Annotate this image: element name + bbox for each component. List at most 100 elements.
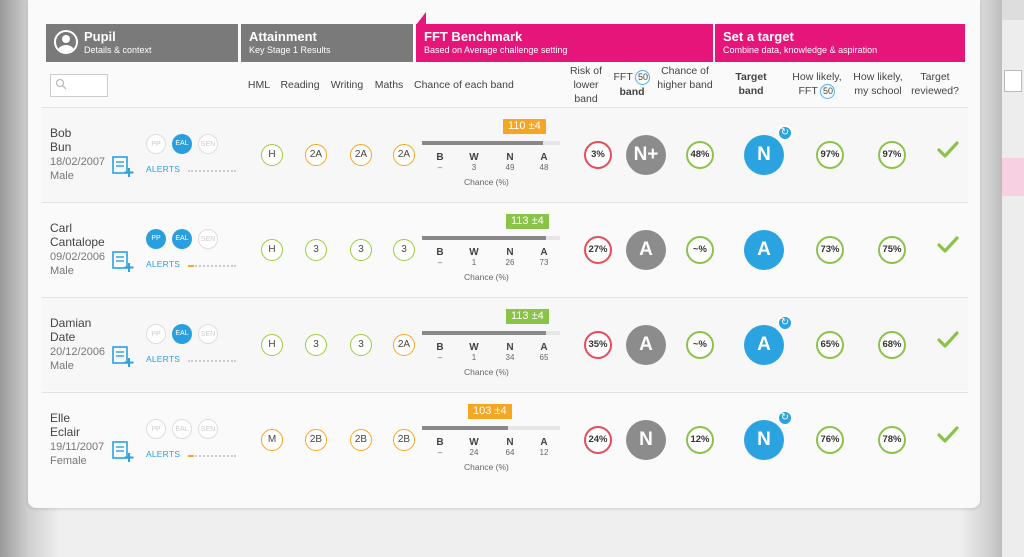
pupil-gender: Male [50, 170, 74, 182]
band-letter: B [436, 247, 444, 258]
flag-eal[interactable]: EAL [172, 324, 192, 344]
alerts-link[interactable]: ALERTS [146, 164, 180, 174]
add-note-icon[interactable] [112, 251, 134, 273]
flag-eal[interactable]: EAL [172, 229, 192, 249]
col-writing[interactable]: Writing [326, 78, 368, 92]
refresh-icon[interactable]: ↻ [777, 410, 793, 426]
pupil-dob: 18/02/2007 [50, 156, 106, 168]
band-w: W 24 [464, 437, 484, 457]
flag-sen[interactable]: SEN [198, 134, 218, 154]
band-b: B – [430, 152, 450, 172]
pupil-first-name[interactable]: Elle [50, 411, 114, 425]
target-band-button[interactable]: N [744, 135, 784, 175]
band-n: N 26 [500, 247, 520, 267]
col-risk-lower[interactable]: Risk of lower band [564, 64, 608, 106]
search-icon [55, 78, 67, 90]
band-chance: – [437, 448, 443, 457]
likely-school-ring: 68% [878, 331, 906, 359]
target-band-button[interactable]: A [744, 325, 784, 365]
header-pupil-title: Pupil [84, 29, 116, 44]
pupil-target-card: Pupil Details & context Attainment Key S… [28, 0, 980, 508]
check-icon[interactable] [937, 234, 959, 256]
risk-lower-ring: 3% [584, 141, 612, 169]
col-reading[interactable]: Reading [278, 78, 322, 92]
flag-sen[interactable]: SEN [198, 229, 218, 249]
pupil-last-name[interactable]: Cantalope [50, 235, 114, 249]
flag-pp[interactable]: PP [146, 324, 166, 344]
add-note-icon[interactable] [112, 156, 134, 178]
band-letter: A [540, 437, 548, 448]
grade-writing: 2B [350, 429, 372, 451]
risk-lower-ring: 24% [584, 426, 612, 454]
alerts-bar-fill [188, 265, 194, 267]
band-b: B – [430, 247, 450, 267]
flag-sen[interactable]: SEN [198, 419, 218, 439]
refresh-icon[interactable]: ↻ [777, 315, 793, 331]
band-chance: 1 [471, 258, 477, 267]
col-target-band[interactable]: Target band [726, 70, 776, 98]
band-b: B – [430, 342, 450, 362]
target-band-button[interactable]: A [744, 230, 784, 270]
band-letter: B [436, 152, 444, 163]
flag-pp[interactable]: PP [146, 419, 166, 439]
flag-pp[interactable]: PP [146, 134, 166, 154]
grade-maths: 2A [393, 144, 415, 166]
col-target-reviewed[interactable]: Target reviewed? [908, 70, 962, 98]
col-fft-band-pre: FFT [613, 71, 633, 83]
flag-eal[interactable]: EAL [172, 134, 192, 154]
col-maths[interactable]: Maths [371, 78, 407, 92]
flag-sen[interactable]: SEN [198, 324, 218, 344]
band-letter: W [469, 152, 479, 163]
check-icon[interactable] [937, 329, 959, 351]
col-chance-higher[interactable]: Chance of higher band [656, 64, 714, 92]
band-chance: 48 [539, 163, 549, 172]
pupil-first-name[interactable]: Bob [50, 126, 114, 140]
alerts-bar [188, 170, 236, 172]
pupil-first-name[interactable]: Damian [50, 316, 114, 330]
grade-reading: 3 [305, 334, 327, 356]
check-icon[interactable] [937, 424, 959, 446]
band-chance: – [437, 353, 443, 362]
search-input[interactable] [50, 74, 108, 97]
benchmark-bar-fill [422, 331, 546, 335]
check-icon[interactable] [937, 139, 959, 161]
pupil-last-name[interactable]: Date [50, 330, 114, 344]
fft-band-circle: N+ [626, 135, 666, 175]
likely-school-ring: 78% [878, 426, 906, 454]
band-chance: 1 [471, 353, 477, 362]
col-fft-band[interactable]: FFT 50 band [608, 70, 656, 99]
flag-pp[interactable]: PP [146, 229, 166, 249]
header-target-title: Set a target [723, 29, 794, 44]
chance-higher-ring: ~% [686, 236, 714, 264]
grade-writing: 3 [350, 239, 372, 261]
refresh-icon[interactable]: ↻ [777, 125, 793, 141]
pupil-first-name[interactable]: Carl [50, 221, 114, 235]
alerts-link[interactable]: ALERTS [146, 449, 180, 459]
flag-eal[interactable]: EAL [172, 419, 192, 439]
chance-higher-ring: 48% [686, 141, 714, 169]
alerts-bar [188, 455, 236, 457]
benchmark-bar [422, 141, 560, 145]
band-n: N 34 [500, 342, 520, 362]
col-likely-school[interactable]: How likely, my school [848, 70, 908, 98]
benchmark-bar [422, 331, 560, 335]
col-hml[interactable]: HML [245, 78, 273, 92]
add-note-icon[interactable] [112, 346, 134, 368]
pupil-last-name[interactable]: Eclair [50, 425, 114, 439]
alerts-link[interactable]: ALERTS [146, 259, 180, 269]
alerts-link[interactable]: ALERTS [146, 354, 180, 364]
header-attainment-subtitle: Key Stage 1 Results [249, 45, 331, 55]
alerts-bar [188, 360, 236, 362]
col-likely-fft-mid: FFT [798, 85, 818, 97]
grade-hml: H [261, 334, 283, 356]
grade-reading: 3 [305, 239, 327, 261]
add-note-icon[interactable] [112, 441, 134, 463]
chance-label: Chance (%) [464, 177, 509, 187]
grade-maths: 2A [393, 334, 415, 356]
col-likely-fft[interactable]: How likely, FFT 50 [784, 70, 850, 99]
grade-maths: 2B [393, 429, 415, 451]
alerts-bar [188, 265, 236, 267]
target-band-button[interactable]: N [744, 420, 784, 460]
pupil-last-name[interactable]: Bun [50, 140, 114, 154]
band-letter: N [506, 342, 514, 353]
